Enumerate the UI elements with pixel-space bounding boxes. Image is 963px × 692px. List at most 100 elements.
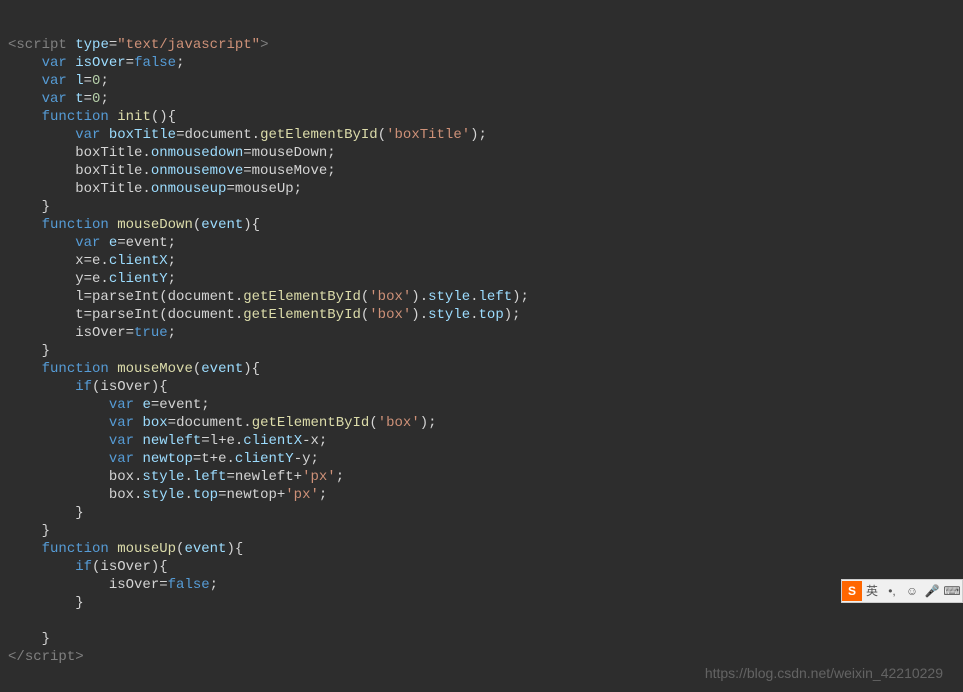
code-token: type	[75, 37, 109, 53]
code-token: script	[25, 649, 75, 665]
code-line[interactable]: var newtop=t+e.clientY-y;	[8, 450, 955, 468]
code-line[interactable]: function init(){	[8, 108, 955, 126]
code-token: t	[75, 91, 83, 107]
ime-toolbar[interactable]: S 英 •, ☺ 🎤 ⌨	[841, 579, 963, 603]
code-token: top	[193, 487, 218, 503]
code-line[interactable]: function mouseMove(event){	[8, 360, 955, 378]
code-line[interactable]: </script>	[8, 648, 955, 666]
code-line[interactable]: box.style.left=newleft+'px';	[8, 468, 955, 486]
code-token: ;	[168, 271, 176, 287]
ime-lang-button[interactable]: 英	[862, 581, 882, 601]
code-token: .	[470, 307, 478, 323]
code-token: getElementById	[260, 127, 378, 143]
code-token: =t+e.	[193, 451, 235, 467]
code-token: true	[134, 325, 168, 341]
code-line[interactable]: var newleft=l+e.clientX-x;	[8, 432, 955, 450]
code-token: );	[470, 127, 487, 143]
code-token: var	[42, 91, 67, 107]
code-token	[8, 397, 109, 413]
code-line[interactable]: y=e.clientY;	[8, 270, 955, 288]
code-line[interactable]: isOver=false;	[8, 576, 955, 594]
code-line[interactable]: function mouseDown(event){	[8, 216, 955, 234]
code-token: ){	[226, 541, 243, 557]
code-line[interactable]: l=parseInt(document.getElementById('box'…	[8, 288, 955, 306]
code-token: style	[142, 469, 184, 485]
code-token: =	[84, 91, 92, 107]
ime-punct-button[interactable]: •,	[882, 581, 902, 601]
code-line[interactable]: }	[8, 594, 955, 612]
code-token	[8, 415, 109, 431]
code-line[interactable]: var t=0;	[8, 90, 955, 108]
code-line[interactable]: boxTitle.onmousedown=mouseDown;	[8, 144, 955, 162]
code-token	[8, 451, 109, 467]
code-line[interactable]: t=parseInt(document.getElementById('box'…	[8, 306, 955, 324]
code-token: "text/javascript"	[117, 37, 260, 53]
ime-keyboard-button[interactable]: ⌨	[942, 581, 962, 601]
code-line[interactable]: var e=event;	[8, 396, 955, 414]
code-line[interactable]: }	[8, 630, 955, 648]
code-token	[109, 541, 117, 557]
code-token: onmouseup	[151, 181, 227, 197]
code-token: newleft	[142, 433, 201, 449]
code-line[interactable]: function mouseUp(event){	[8, 540, 955, 558]
code-editor[interactable]: <script type="text/javascript"> var isOv…	[0, 0, 963, 692]
code-token: t=parseInt(document.	[8, 307, 243, 323]
code-token: var	[109, 397, 134, 413]
code-line[interactable]: boxTitle.onmouseup=mouseUp;	[8, 180, 955, 198]
code-token: .	[470, 289, 478, 305]
code-line[interactable]: x=e.clientX;	[8, 252, 955, 270]
code-token: e	[142, 397, 150, 413]
code-line[interactable]: <script type="text/javascript">	[8, 36, 955, 54]
code-line[interactable]: box.style.top=newtop+'px';	[8, 486, 955, 504]
code-token: clientX	[109, 253, 168, 269]
code-token: getElementById	[243, 289, 361, 305]
code-token: =mouseUp;	[226, 181, 302, 197]
code-line[interactable]: var boxTitle=document.getElementById('bo…	[8, 126, 955, 144]
code-token: init	[117, 109, 151, 125]
code-token: style	[428, 307, 470, 323]
code-line[interactable]: var e=event;	[8, 234, 955, 252]
code-line[interactable]: }	[8, 198, 955, 216]
code-token: var	[75, 235, 100, 251]
code-line[interactable]: boxTitle.onmousemove=mouseMove;	[8, 162, 955, 180]
code-line[interactable]	[8, 612, 955, 630]
code-token	[8, 91, 42, 107]
code-token	[109, 217, 117, 233]
code-token: ).	[411, 289, 428, 305]
code-token: ;	[168, 325, 176, 341]
code-token: clientY	[109, 271, 168, 287]
code-token: >	[75, 649, 83, 665]
code-line[interactable]: var box=document.getElementById('box');	[8, 414, 955, 432]
code-token	[8, 127, 75, 143]
ime-logo-icon[interactable]: S	[842, 581, 862, 601]
code-token	[8, 109, 42, 125]
code-token: event	[201, 361, 243, 377]
code-line[interactable]: }	[8, 504, 955, 522]
code-token: event	[201, 217, 243, 233]
ime-emoji-button[interactable]: ☺	[902, 581, 922, 601]
code-token: ){	[243, 217, 260, 233]
code-token: ;	[319, 487, 327, 503]
code-token: .	[184, 469, 192, 485]
code-line[interactable]: var l=0;	[8, 72, 955, 90]
code-token: function	[42, 361, 109, 377]
code-token: isOver	[75, 55, 125, 71]
code-line[interactable]: var isOver=false;	[8, 54, 955, 72]
code-token: l	[75, 73, 83, 89]
code-token: getElementById	[252, 415, 370, 431]
code-token: var	[109, 415, 134, 431]
code-line[interactable]: }	[8, 522, 955, 540]
code-token: false	[168, 577, 210, 593]
code-token: 'box'	[378, 415, 420, 431]
code-line[interactable]: }	[8, 342, 955, 360]
code-token	[8, 235, 75, 251]
ime-mic-button[interactable]: 🎤	[922, 581, 942, 601]
code-line[interactable]: if(isOver){	[8, 558, 955, 576]
code-token: event	[184, 541, 226, 557]
code-token: boxTitle	[109, 127, 176, 143]
code-token: (	[378, 127, 386, 143]
code-token: box.	[8, 469, 142, 485]
code-token: );	[420, 415, 437, 431]
code-line[interactable]: if(isOver){	[8, 378, 955, 396]
code-line[interactable]: isOver=true;	[8, 324, 955, 342]
